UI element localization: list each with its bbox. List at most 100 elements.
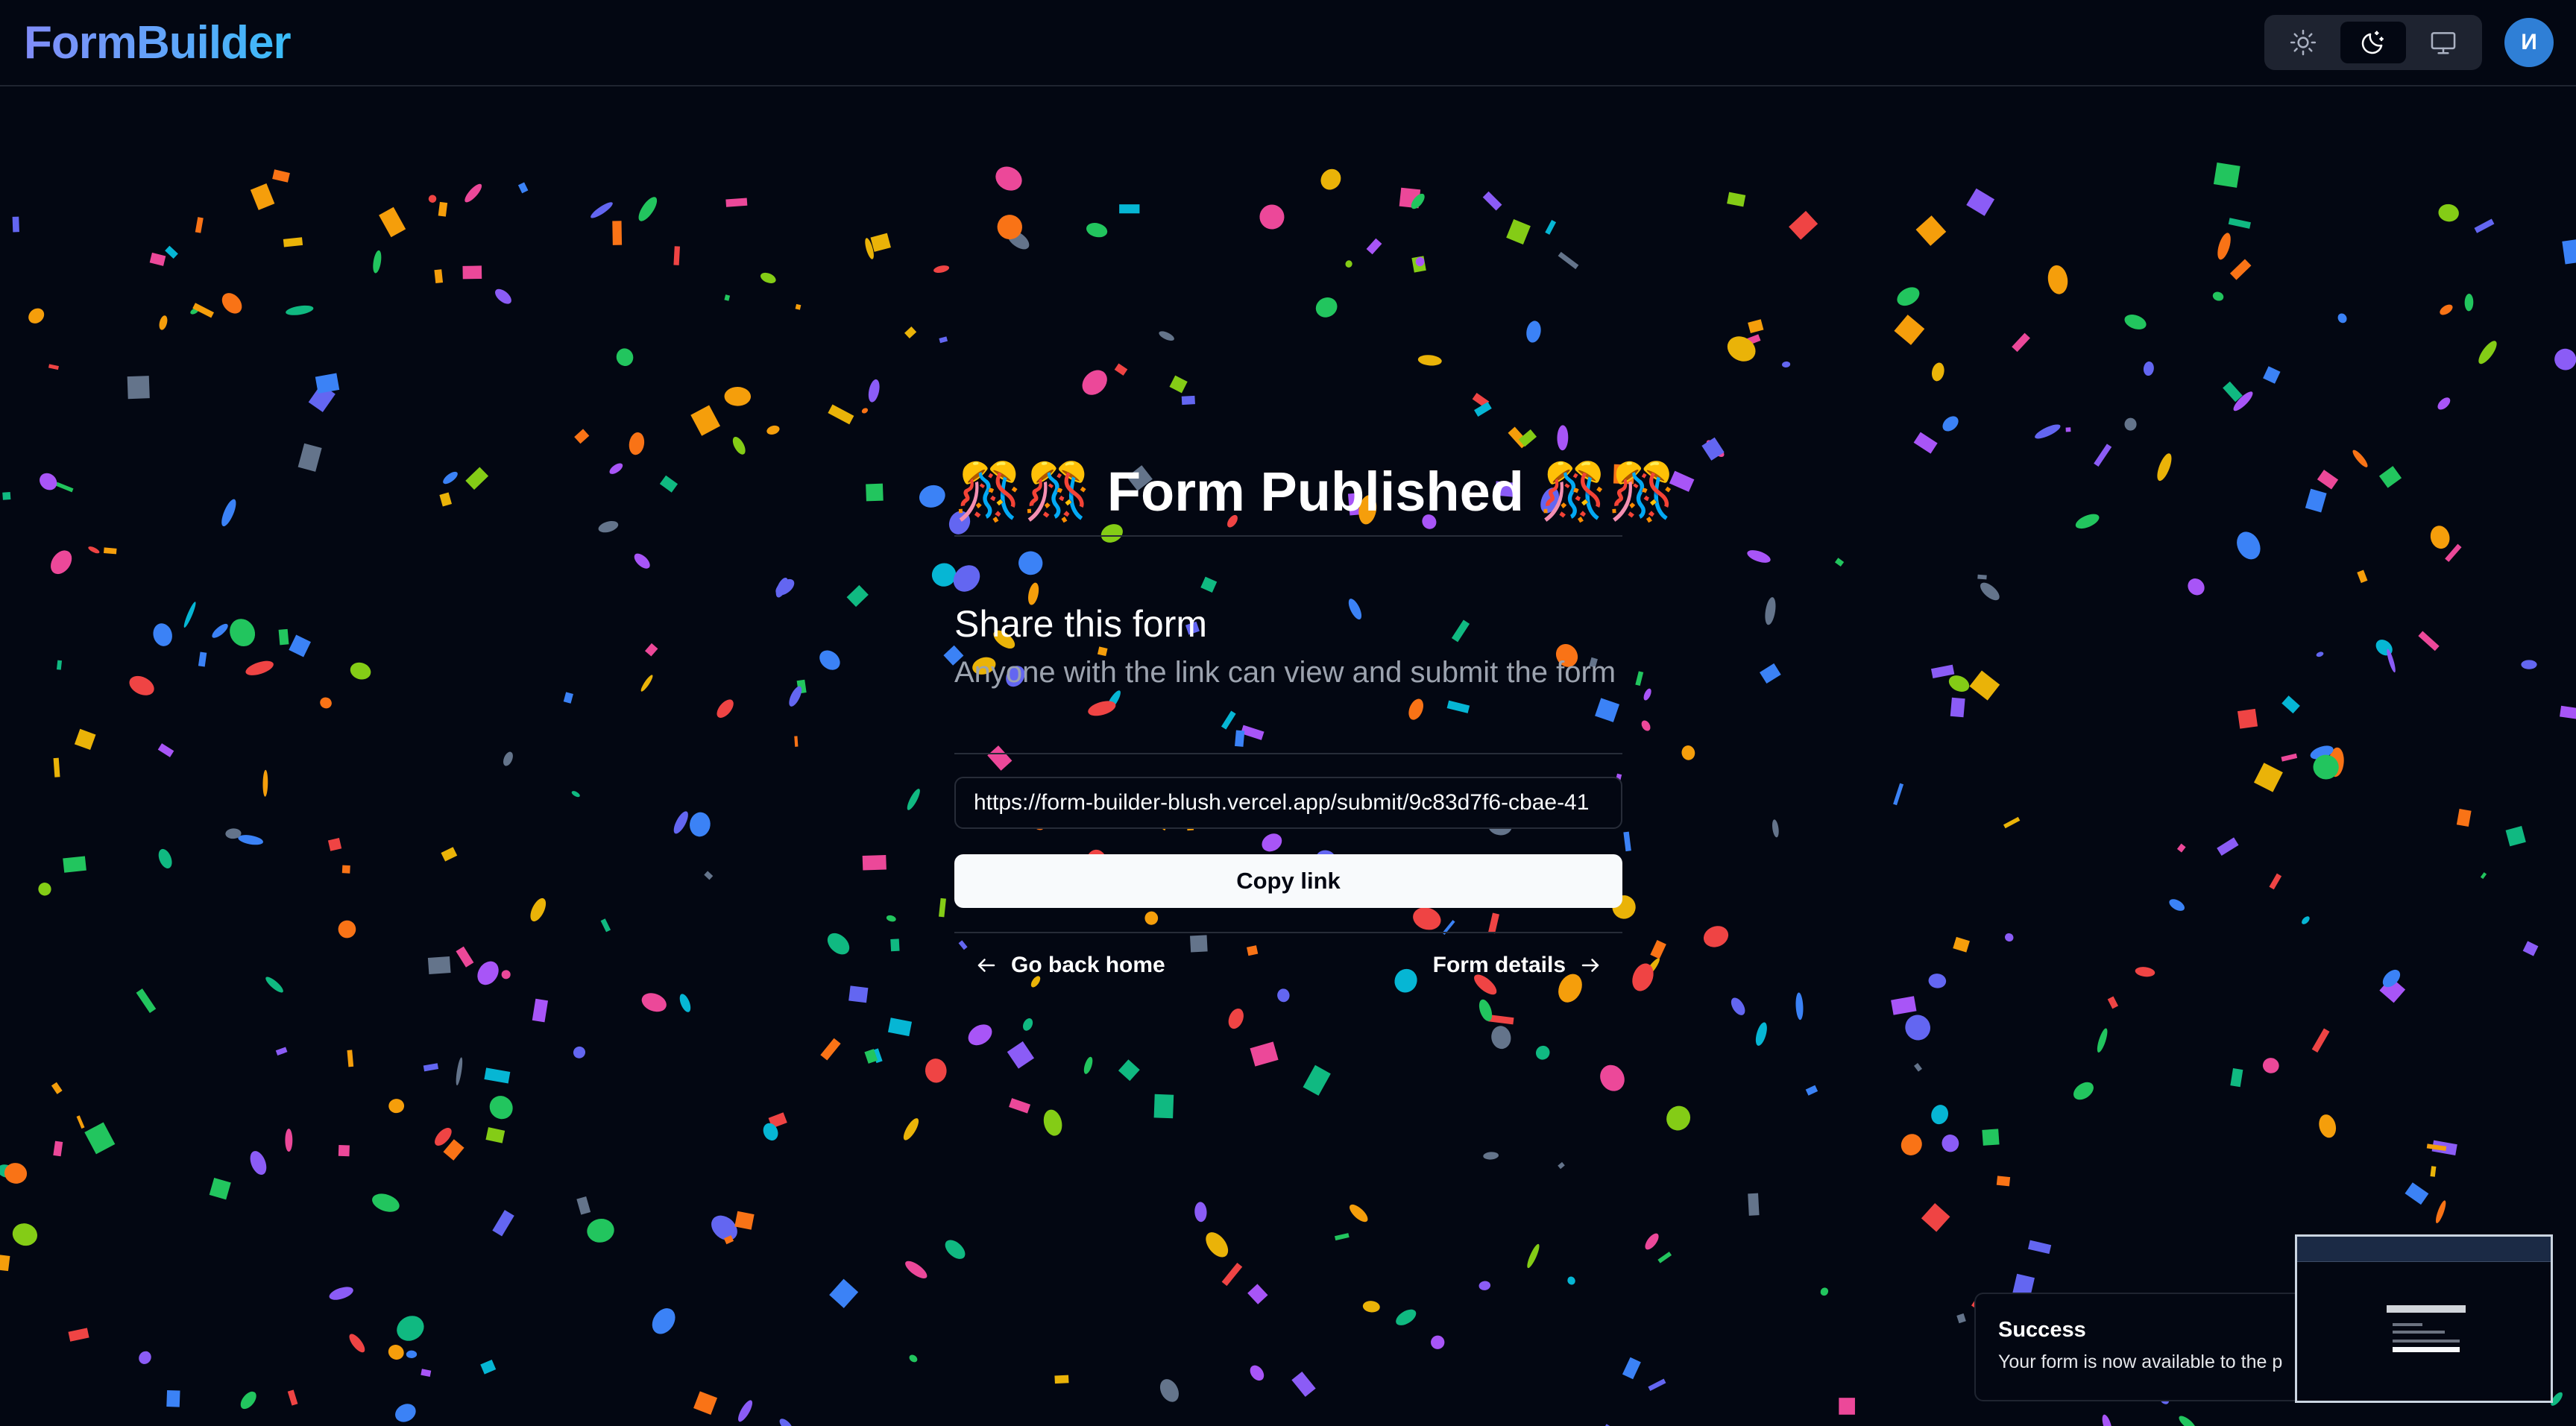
confetti-piece	[641, 993, 667, 1012]
system-theme-button[interactable]	[2410, 22, 2476, 63]
confetti-piece	[738, 1400, 753, 1422]
confetti-piece	[1600, 1064, 1625, 1091]
confetti-piece	[1277, 988, 1290, 1003]
confetti-piece	[2262, 1058, 2279, 1073]
user-avatar[interactable]: И	[2504, 18, 2554, 67]
confetti-piece	[2317, 470, 2339, 490]
confetti-piece	[933, 265, 950, 274]
confetti-piece	[1119, 204, 1140, 214]
confetti-piece	[2230, 1067, 2243, 1088]
confetti-piece	[1320, 168, 1341, 190]
confetti-piece	[38, 883, 51, 896]
confetti-piece	[2281, 753, 2298, 762]
confetti-piece	[724, 294, 731, 301]
confetti-piece	[1900, 1134, 1922, 1155]
confetti-piece	[338, 920, 356, 938]
confetti-piece	[1942, 416, 1959, 432]
confetti-piece	[84, 1122, 116, 1155]
confetti-piece	[2027, 1240, 2052, 1255]
confetti-piece	[275, 1047, 288, 1056]
confetti-piece	[1701, 437, 1725, 461]
sun-icon	[2290, 29, 2317, 56]
confetti-piece	[327, 838, 342, 851]
confetti-piece	[1622, 1357, 1641, 1380]
light-theme-button[interactable]	[2270, 22, 2336, 63]
confetti-piece	[2554, 348, 2576, 370]
confetti-piece	[195, 217, 204, 233]
confetti-piece	[40, 473, 57, 490]
confetti-piece	[1956, 1313, 1966, 1324]
confetti-piece	[1641, 720, 1651, 731]
confetti-piece	[1159, 1379, 1179, 1402]
thumbnail-button	[2393, 1347, 2460, 1352]
confetti-piece	[28, 308, 45, 324]
confetti-piece	[441, 847, 458, 862]
confetti-piece	[734, 1211, 755, 1230]
confetti-piece	[443, 471, 458, 485]
share-url-input[interactable]: https://form-builder-blush.vercel.app/su…	[954, 777, 1622, 829]
confetti-piece	[2305, 488, 2327, 513]
confetti-piece	[373, 250, 382, 274]
confetti-piece	[1491, 1026, 1511, 1050]
confetti-piece	[2047, 265, 2068, 294]
confetti-piece	[795, 303, 802, 310]
confetti-piece	[1650, 939, 1666, 959]
form-details-button[interactable]: Form details	[1433, 953, 1602, 978]
confetti-piece	[2337, 313, 2347, 324]
confetti-piece	[165, 245, 178, 259]
confetti-piece	[1839, 1398, 1855, 1415]
confetti-piece	[2357, 570, 2368, 584]
confetti-piece	[717, 699, 734, 718]
confetti-piece	[690, 405, 721, 436]
divider	[954, 753, 1622, 754]
confetti-piece	[1349, 1204, 1368, 1222]
confetti-piece	[465, 467, 489, 490]
confetti-piece	[598, 520, 619, 533]
confetti-piece	[1153, 1094, 1174, 1119]
confetti-piece	[1181, 395, 1195, 406]
confetti-piece	[1417, 355, 1442, 366]
confetti-piece	[2012, 332, 2030, 353]
confetti-piece	[827, 933, 850, 955]
confetti-piece	[609, 463, 623, 474]
confetti-piece	[1748, 1193, 1760, 1216]
confetti-piece	[563, 692, 573, 704]
confetti-piece	[153, 623, 172, 646]
confetti-piece	[2435, 1200, 2446, 1224]
screenshot-thumbnail[interactable]	[2295, 1234, 2553, 1403]
confetti-piece	[587, 1218, 614, 1243]
confetti-piece	[1681, 745, 1695, 760]
confetti-piece	[278, 628, 289, 646]
confetti-piece	[1772, 819, 1779, 838]
confetti-piece	[1645, 1233, 1659, 1250]
confetti-piece	[1966, 188, 1995, 216]
confetti-piece	[2237, 531, 2261, 560]
go-back-home-button[interactable]: Go back home	[975, 953, 1165, 978]
confetti-piece	[2237, 708, 2258, 729]
confetti-piece	[1083, 1056, 1093, 1074]
confetti-piece	[1760, 663, 1781, 684]
confetti-piece	[477, 961, 499, 985]
success-toast[interactable]: Success Your form is now available to th…	[1974, 1293, 2332, 1401]
app-logo[interactable]: FormBuilder	[24, 16, 292, 69]
confetti-piece	[2521, 660, 2537, 669]
confetti-piece	[297, 443, 322, 472]
confetti-piece	[1747, 550, 1771, 563]
confetti-piece	[870, 233, 891, 252]
copy-link-button[interactable]: Copy link	[954, 854, 1622, 908]
confetti-piece	[693, 1391, 718, 1415]
confetti-piece	[1834, 558, 1845, 567]
confetti-piece	[465, 183, 482, 203]
confetti-piece	[1250, 1365, 1265, 1381]
confetti-piece	[209, 1178, 231, 1200]
confetti-piece	[779, 1419, 793, 1426]
confetti-piece	[2065, 427, 2071, 432]
confetti-piece	[1043, 1109, 1062, 1136]
confetti-piece	[673, 246, 680, 265]
copy-link-label: Copy link	[1236, 868, 1341, 894]
confetti-piece	[2437, 397, 2451, 410]
confetti-piece	[157, 743, 174, 757]
dark-theme-button[interactable]	[2340, 22, 2406, 63]
confetti-piece	[887, 1018, 913, 1037]
confetti-piece	[495, 288, 511, 304]
